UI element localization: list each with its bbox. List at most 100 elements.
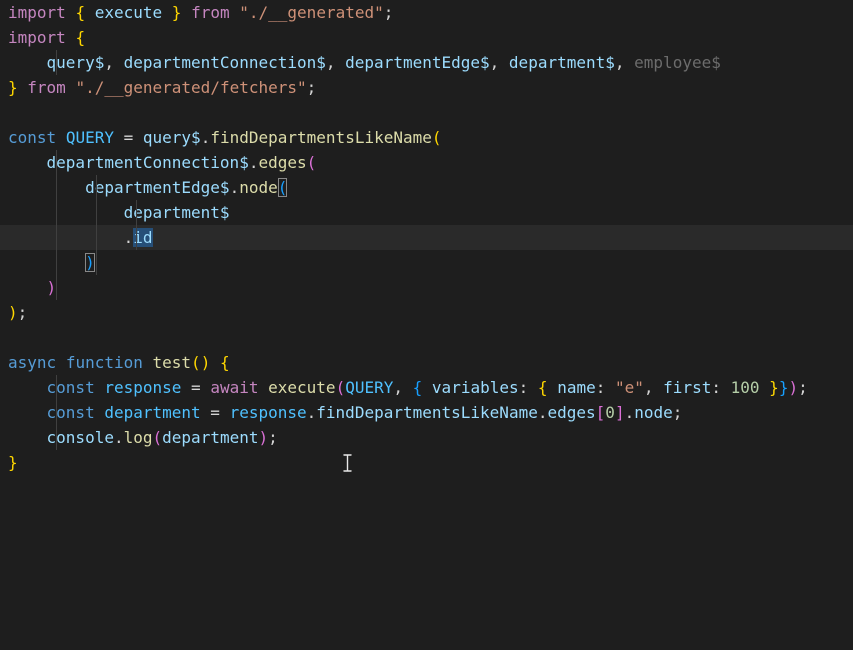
code-token: 100 <box>731 378 760 397</box>
code-token: ] <box>615 403 625 422</box>
code-token: : <box>711 378 721 397</box>
code-line[interactable]: department$ <box>0 200 853 225</box>
code-token: = <box>114 128 143 147</box>
code-editor[interactable]: import { execute } from "./__generated";… <box>0 0 853 650</box>
code-token: "e" <box>615 378 644 397</box>
code-line[interactable]: departmentConnection$.edges( <box>0 150 853 175</box>
code-line[interactable]: import { execute } from "./__generated"; <box>0 0 853 25</box>
code-line[interactable]: const QUERY = query$.findDepartmentsLike… <box>0 125 853 150</box>
code-token: edges <box>547 403 595 422</box>
code-line[interactable]: ) <box>0 250 853 275</box>
code-token: } <box>779 378 789 397</box>
code-token: departmentConnection$ <box>124 53 326 72</box>
code-line[interactable]: ); <box>0 300 853 325</box>
code-token <box>66 78 76 97</box>
code-line[interactable]: } from "./__generated/fetchers"; <box>0 75 853 100</box>
code-token: execute <box>95 3 162 22</box>
code-token: { <box>75 3 85 22</box>
code-token: } <box>8 453 18 472</box>
code-token: ( <box>307 153 317 172</box>
code-token: ) <box>201 353 211 372</box>
code-token: function <box>66 353 143 372</box>
code-token: , <box>615 53 634 72</box>
code-token: log <box>124 428 153 447</box>
code-token: , <box>104 53 123 72</box>
code-token: await <box>210 378 258 397</box>
code-token <box>8 428 47 447</box>
text-cursor-icon <box>343 454 352 479</box>
code-line[interactable] <box>0 325 853 350</box>
code-token: 0 <box>605 403 615 422</box>
code-token <box>95 378 105 397</box>
code-token: ; <box>268 428 278 447</box>
code-token <box>8 378 47 397</box>
code-token <box>162 3 172 22</box>
code-token: { <box>413 378 423 397</box>
code-token: ) <box>788 378 798 397</box>
code-token: name <box>557 378 596 397</box>
code-token: "./__generated/fetchers" <box>75 78 306 97</box>
code-token <box>56 128 66 147</box>
code-token <box>548 378 558 397</box>
code-token: department$ <box>124 203 230 222</box>
code-line[interactable]: departmentEdge$.node( <box>0 175 853 200</box>
code-line[interactable]: .id <box>0 225 853 250</box>
code-token: edges <box>258 153 306 172</box>
code-token <box>230 3 240 22</box>
code-line[interactable]: async function test() { <box>0 350 853 375</box>
code-token: } <box>172 3 182 22</box>
code-token: departmentEdge$ <box>85 178 230 197</box>
code-line[interactable]: console.log(department); <box>0 425 853 450</box>
code-token: QUERY <box>345 378 393 397</box>
code-token: import <box>8 3 66 22</box>
code-token <box>56 353 66 372</box>
code-token: . <box>8 228 133 247</box>
code-token: . <box>307 403 317 422</box>
code-token <box>143 353 153 372</box>
code-line[interactable]: } <box>0 450 853 475</box>
code-token: ; <box>798 378 808 397</box>
code-token: findDepartmentsLikeName <box>210 128 432 147</box>
code-token: ) <box>85 253 95 272</box>
code-token: ( <box>153 428 163 447</box>
code-token <box>66 3 76 22</box>
code-token: department <box>162 428 258 447</box>
code-line[interactable]: const department = response.findDepartme… <box>0 400 853 425</box>
code-token: ) <box>258 428 268 447</box>
code-token: QUERY <box>66 128 114 147</box>
code-token: ( <box>432 128 442 147</box>
code-token: response <box>230 403 307 422</box>
code-token: { <box>538 378 548 397</box>
code-token: findDepartmentsLikeName <box>316 403 538 422</box>
code-token: ) <box>47 278 57 297</box>
code-token: import <box>8 28 66 47</box>
code-token: from <box>27 78 66 97</box>
code-token <box>210 353 220 372</box>
code-token: execute <box>268 378 335 397</box>
code-token: query$ <box>143 128 201 147</box>
code-token: , <box>393 378 412 397</box>
code-token: : <box>596 378 606 397</box>
code-token: , <box>644 378 663 397</box>
code-token: response <box>104 378 181 397</box>
code-token: first <box>663 378 711 397</box>
code-token: "./__generated" <box>239 3 384 22</box>
code-token: { <box>75 28 85 47</box>
code-token: department <box>104 403 200 422</box>
code-token <box>8 153 47 172</box>
code-token: from <box>191 3 230 22</box>
code-token: departmentEdge$ <box>345 53 490 72</box>
code-line[interactable] <box>0 100 853 125</box>
code-line[interactable]: query$, departmentConnection$, departmen… <box>0 50 853 75</box>
code-line[interactable]: import { <box>0 25 853 50</box>
code-token <box>8 178 85 197</box>
code-token: ; <box>307 78 317 97</box>
code-token: ; <box>673 403 683 422</box>
code-token <box>8 253 85 272</box>
code-token <box>760 378 770 397</box>
code-token: ; <box>18 303 28 322</box>
code-line[interactable]: const response = await execute(QUERY, { … <box>0 375 853 400</box>
code-line[interactable]: ) <box>0 275 853 300</box>
code-token: . <box>114 428 124 447</box>
code-token: = <box>181 378 210 397</box>
